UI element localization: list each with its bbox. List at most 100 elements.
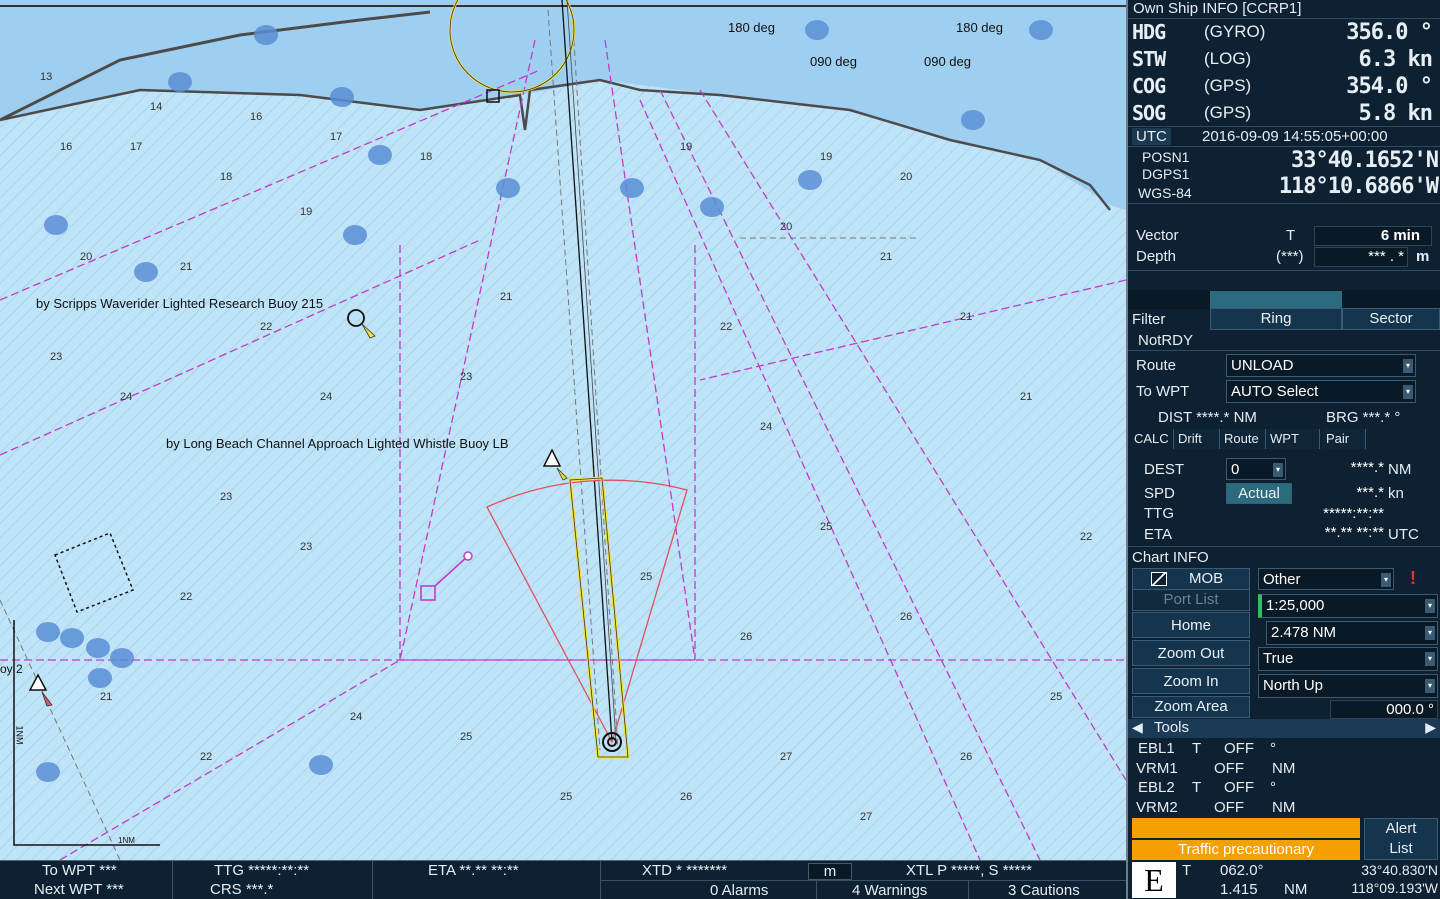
chevron-left-icon[interactable]: ◀ (1132, 719, 1143, 736)
alert-bar-1[interactable] (1132, 818, 1360, 838)
scale-vertical-label: 1NM (14, 725, 25, 745)
spd-unit: kn (1388, 485, 1404, 502)
chevron-down-icon: ▾ (1425, 652, 1435, 666)
ebl1-mode[interactable]: T (1192, 740, 1201, 757)
svg-text:17: 17 (130, 141, 142, 153)
sector-button[interactable]: Sector (1342, 308, 1440, 330)
vrm1-value[interactable]: OFF (1214, 760, 1244, 777)
svg-text:14: 14 (150, 101, 162, 113)
other-select[interactable]: Other ▾ (1258, 568, 1394, 590)
vrm1-label[interactable]: VRM1 (1136, 760, 1178, 777)
svg-text:21: 21 (180, 261, 192, 273)
zoom-area-button[interactable]: Zoom Area (1132, 696, 1250, 718)
ebl1-value[interactable]: OFF (1224, 740, 1254, 757)
ebl2-unit: ° (1270, 779, 1276, 796)
svg-text:21: 21 (100, 691, 112, 703)
tab-route[interactable]: Route (1220, 429, 1266, 449)
dest-nm-value: ****.* (1350, 459, 1384, 476)
tab-calc[interactable]: CALC (1130, 429, 1174, 449)
alert-message[interactable]: Traffic precautionary (1132, 840, 1360, 860)
alert-list-button[interactable]: Alert List (1364, 818, 1438, 860)
spd-actual-button[interactable]: Actual (1226, 483, 1292, 504)
dest-select[interactable]: 0 ▾ (1226, 458, 1286, 480)
cursor-range: 1.415 (1220, 881, 1258, 898)
ring-button[interactable]: Ring (1210, 308, 1342, 330)
vrm2-value[interactable]: OFF (1214, 799, 1244, 816)
vector-mode[interactable]: T (1286, 227, 1295, 244)
route-value: UNLOAD (1231, 357, 1294, 374)
svg-text:25: 25 (460, 731, 472, 743)
vector-value: 6 min (1380, 227, 1420, 244)
route-select[interactable]: UNLOAD ▾ (1226, 354, 1416, 377)
ebl2-mode[interactable]: T (1192, 779, 1201, 796)
vector-label: Vector (1136, 227, 1179, 244)
ebl2-label[interactable]: EBL2 (1138, 779, 1175, 796)
electronic-chart[interactable]: 16 17 18 19 20 21 22 23 24 24 23 23 22 21 22 24 25 25… (0, 0, 1126, 860)
svg-text:25: 25 (820, 521, 832, 533)
filter-bar[interactable] (1210, 291, 1342, 308)
mob-icon (1151, 572, 1167, 586)
svg-text:27: 27 (780, 751, 792, 763)
svg-text:25: 25 (560, 791, 572, 803)
chevron-down-icon: ▾ (1403, 359, 1413, 373)
motion-select[interactable]: True ▾ (1258, 647, 1438, 671)
alert-list-line2: List (1389, 840, 1413, 857)
zoom-in-button[interactable]: Zoom In (1132, 668, 1250, 694)
tab-drift[interactable]: Drift (1174, 429, 1220, 449)
mob-label: MOB (1189, 570, 1224, 587)
tab-wpt[interactable]: WPT (1266, 429, 1320, 449)
own-ship-title: Own Ship INFO [CCRP1] (1133, 0, 1302, 17)
svg-text:22: 22 (180, 591, 192, 603)
tools-header[interactable]: ◀ Tools ▶ (1128, 719, 1440, 738)
alert-list-line1: Alert (1385, 820, 1417, 837)
filter-status: NotRDY (1138, 332, 1194, 349)
alarms-count[interactable]: 0 Alarms (710, 882, 768, 899)
eta-unit: UTC (1388, 526, 1419, 543)
xtd-status: XTD * ******* (642, 862, 728, 879)
range-select[interactable]: 2.478 NM ▾ (1266, 621, 1438, 645)
scripps-buoy-label: by Scripps Waverider Lighted Research Bu… (36, 296, 324, 311)
vrm2-unit: NM (1272, 799, 1296, 816)
home-button[interactable]: Home (1132, 612, 1250, 638)
svg-text:23: 23 (460, 371, 472, 383)
utc-value: 2016-09-09 14:55:05+00:00 (1202, 128, 1388, 145)
svg-text:25: 25 (1050, 691, 1062, 703)
scale-select[interactable]: 1:25,000 ▾ (1258, 594, 1438, 618)
cautions-count[interactable]: 3 Cautions (1008, 882, 1080, 899)
ttg-value: *****:**:** (1323, 505, 1384, 522)
warnings-count[interactable]: 4 Warnings (852, 882, 927, 899)
port-list-button[interactable]: Port List (1132, 589, 1250, 611)
ebl2-value[interactable]: OFF (1224, 779, 1254, 796)
posn-label: POSN1 (1142, 149, 1190, 165)
orientation-select[interactable]: North Up ▾ (1258, 674, 1438, 698)
svg-text:24: 24 (320, 391, 332, 403)
svg-text:26: 26 (900, 611, 912, 623)
mode-indicator: E (1132, 862, 1176, 898)
tab-pair[interactable]: Pair (1322, 429, 1366, 449)
to-wpt-label: To WPT (1136, 383, 1190, 400)
tools-title: Tools (1154, 719, 1190, 736)
vrm2-label[interactable]: VRM2 (1136, 799, 1178, 816)
chevron-down-icon: ▾ (1425, 626, 1435, 640)
cursor-lat: 33°40.830'N (1361, 862, 1438, 878)
filter-label: Filter (1132, 311, 1166, 328)
svg-text:22: 22 (720, 321, 732, 333)
ebl1-label[interactable]: EBL1 (1138, 740, 1175, 757)
zoom-out-button[interactable]: Zoom Out (1132, 640, 1250, 666)
ttg-status: TTG *****:**:** (214, 862, 310, 879)
stw-value: 6.3 kn (1358, 47, 1433, 72)
cursor-mode: T (1182, 862, 1192, 879)
longitude: 118°10.6866'W (1278, 174, 1439, 199)
mob-button[interactable]: MOB (1132, 568, 1250, 590)
spd-value: ***.* (1356, 484, 1384, 501)
sog-label: SOG (1132, 101, 1166, 125)
svg-text:21: 21 (500, 291, 512, 303)
chevron-right-icon[interactable]: ▶ (1425, 719, 1436, 736)
chart-graphics: 16 17 18 19 20 21 22 23 24 24 23 23 22 21 22 24 25 25… (0, 0, 1126, 860)
svg-text:20: 20 (80, 251, 92, 263)
xtd-unit-toggle[interactable]: m (808, 863, 852, 880)
svg-text:21: 21 (1020, 391, 1032, 403)
eta-value: **.** **:** (1324, 524, 1384, 541)
svg-text:19: 19 (680, 141, 692, 153)
to-wpt-select[interactable]: AUTO Select ▾ (1226, 380, 1416, 403)
